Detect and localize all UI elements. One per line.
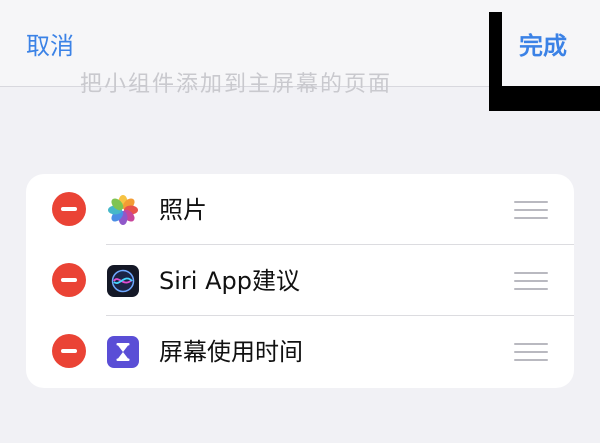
minus-icon (61, 349, 77, 353)
siri-icon (107, 265, 139, 297)
widget-row-screen-time: 屏幕使用时间 (26, 316, 574, 387)
photos-icon (108, 195, 138, 225)
minus-icon (61, 207, 77, 211)
header-ghost-text: 把小组件添加到主屏幕的页面 (80, 72, 393, 97)
remove-button[interactable] (52, 263, 86, 297)
reorder-handle-icon[interactable] (514, 272, 548, 290)
widget-label: Siri App建议 (159, 267, 300, 295)
widget-row-photos: 照片 (26, 174, 574, 245)
widget-row-siri: Siri App建议 (26, 245, 574, 316)
reorder-handle-icon[interactable] (514, 343, 548, 361)
done-button[interactable]: 完成 (519, 34, 567, 58)
reorder-handle-icon[interactable] (514, 201, 548, 219)
widget-label: 照片 (159, 196, 207, 224)
minus-icon (61, 278, 77, 282)
widget-list-card: 照片 Siri App建议 屏幕使用时间 (26, 174, 574, 388)
remove-button[interactable] (52, 192, 86, 226)
cancel-button[interactable]: 取消 (26, 34, 74, 58)
widget-label: 屏幕使用时间 (159, 338, 303, 366)
remove-button[interactable] (52, 334, 86, 368)
screen-time-icon (107, 336, 139, 368)
